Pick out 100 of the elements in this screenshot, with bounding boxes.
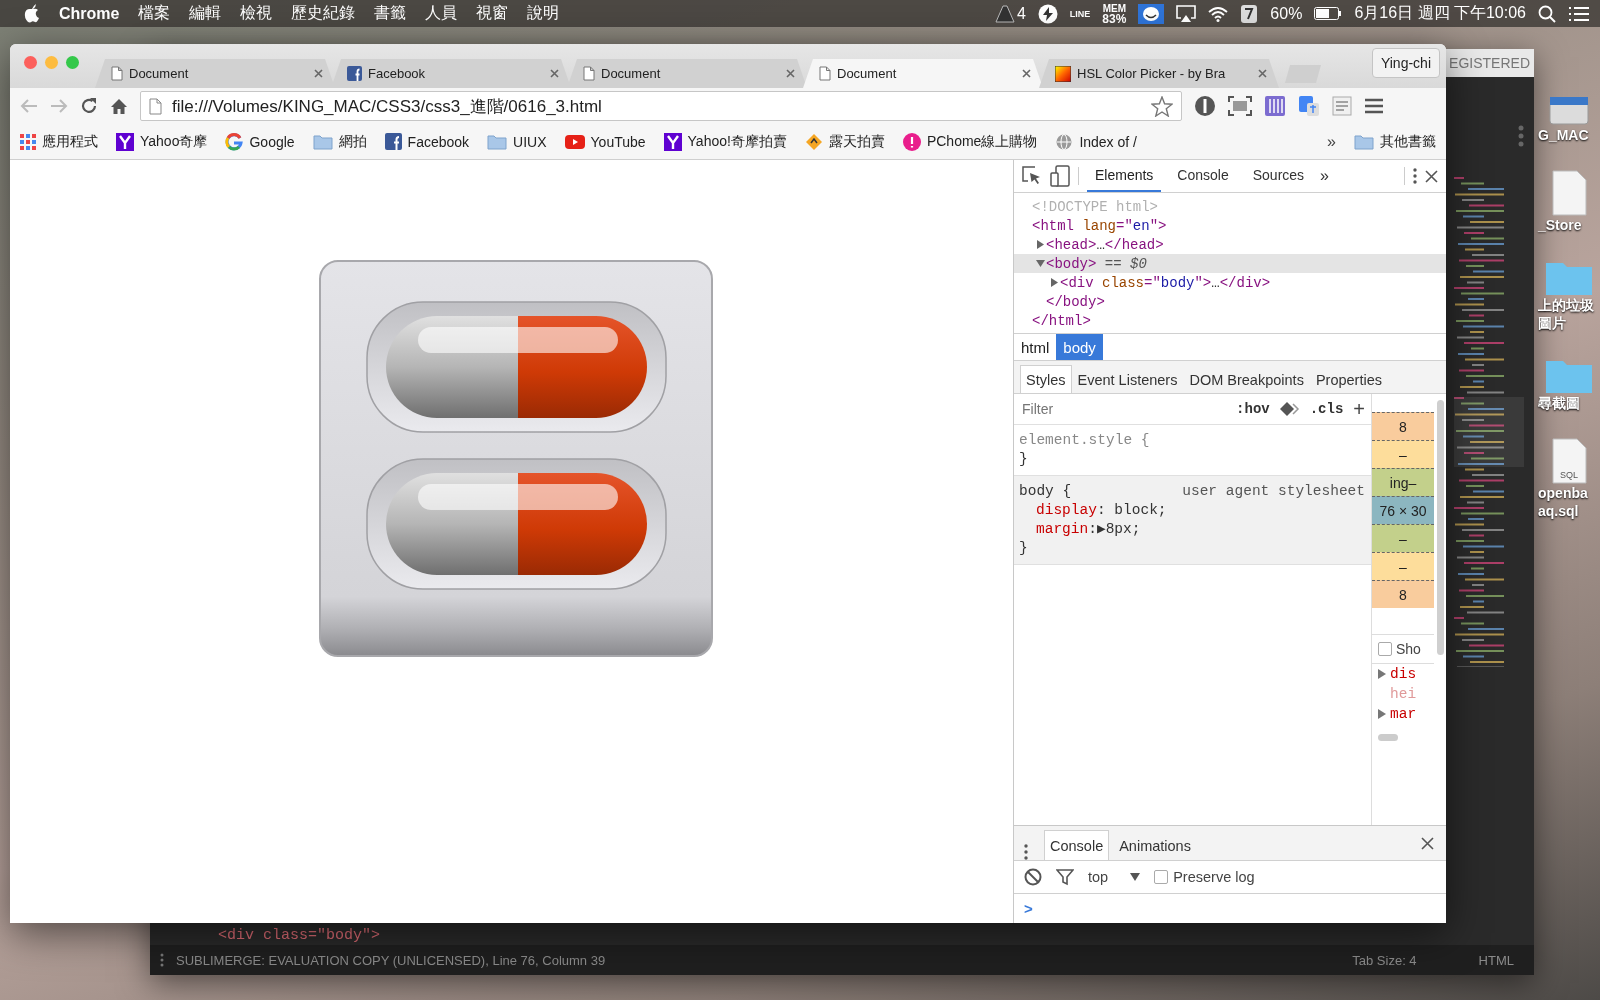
dom-node[interactable]: </body>	[1014, 292, 1446, 311]
menu-item[interactable]: 編輯	[189, 3, 222, 24]
pane-tab[interactable]: Styles	[1020, 365, 1072, 393]
breadcrumb[interactable]: body	[1056, 334, 1103, 360]
device-icon[interactable]	[1050, 165, 1070, 187]
filter-icon[interactable]	[1056, 868, 1074, 886]
inspect-icon[interactable]	[1022, 166, 1042, 186]
collapsed-arrow-icon[interactable]	[1035, 240, 1045, 249]
syntax-mode[interactable]: HTML	[1478, 952, 1514, 968]
clock[interactable]: 6月16日 週四 下午10:06	[1354, 3, 1526, 24]
kebab-icon[interactable]	[1413, 168, 1417, 184]
collapsed-arrow-icon[interactable]	[1049, 278, 1059, 287]
bookmark[interactable]: PChome線上購物	[902, 132, 1038, 151]
menu-icon[interactable]	[1364, 98, 1384, 114]
devtools-tab[interactable]: Console	[1169, 160, 1237, 192]
dom-node[interactable]: <body> == $0	[1014, 254, 1446, 273]
menu-item[interactable]: 書籤	[374, 3, 407, 24]
console-prompt[interactable]: >	[1024, 900, 1033, 917]
breadcrumb[interactable]: html	[1014, 334, 1057, 360]
scrollbar[interactable]	[1436, 400, 1444, 655]
pane-tab[interactable]: Properties	[1309, 365, 1388, 393]
clear-console-icon[interactable]	[1024, 868, 1042, 886]
close-icon[interactable]	[1421, 836, 1434, 850]
bookmark[interactable]: Yahoo!奇摩拍賣	[663, 132, 787, 151]
more-bookmarks-button[interactable]: »	[1327, 132, 1336, 151]
bolt-icon[interactable]	[1037, 3, 1058, 24]
bookmark[interactable]: 露天拍賣	[804, 132, 885, 151]
browser-tab[interactable]: HSL Color Picker - by Bra	[1039, 59, 1279, 88]
pane-tab[interactable]: Event Listeners	[1071, 365, 1184, 393]
translate-icon[interactable]	[1298, 95, 1320, 117]
sql-file-icon[interactable]: SQL	[1551, 438, 1587, 484]
battery-icon[interactable]	[1314, 7, 1343, 20]
drawer-tab[interactable]: Console	[1044, 830, 1110, 860]
computed-property[interactable]: mar	[1372, 704, 1434, 724]
menu-item[interactable]: 檔案	[138, 3, 171, 24]
browser-tab[interactable]: Document	[803, 59, 1043, 88]
drawer-tab[interactable]: Animations	[1113, 830, 1197, 860]
browser-tab[interactable]: Facebook	[331, 59, 571, 88]
profile-button[interactable]: Ying-chi	[1371, 48, 1440, 78]
more-tabs-button[interactable]: »	[1320, 167, 1329, 185]
triangle-a-icon[interactable]	[994, 4, 1015, 23]
kebab-icon[interactable]	[160, 953, 164, 967]
devtools-tab[interactable]: Sources	[1244, 160, 1313, 192]
filter-field[interactable]: Filter	[1020, 400, 1227, 418]
reload-icon[interactable]	[80, 97, 98, 115]
bookmark[interactable]: Index of /	[1055, 132, 1137, 151]
bookmark[interactable]: Google	[225, 132, 295, 151]
bookmark[interactable]: 網拍	[312, 132, 367, 151]
close-tab-icon[interactable]	[550, 69, 559, 78]
dom-node[interactable]: <div class="body">…</div>	[1014, 273, 1446, 292]
wifi-icon[interactable]	[1208, 5, 1229, 22]
expanded-arrow-icon[interactable]	[1035, 259, 1045, 268]
menu-item[interactable]: 視窗	[476, 3, 509, 24]
apple-icon[interactable]	[24, 4, 40, 23]
line-label[interactable]: LINE	[1069, 8, 1091, 19]
scrollbar[interactable]	[1378, 734, 1398, 741]
kebab-icon[interactable]	[1024, 844, 1028, 860]
context-dropdown[interactable]: top	[1088, 869, 1141, 885]
menu-item[interactable]: 人員	[425, 3, 458, 24]
close-tab-icon[interactable]	[1022, 69, 1031, 78]
computed-property[interactable]: dis	[1372, 664, 1434, 684]
bookmark[interactable]: Yahoo奇摩	[116, 132, 208, 151]
airplay-icon[interactable]	[1176, 4, 1197, 23]
new-rule-button[interactable]: +	[1353, 397, 1365, 421]
search-icon[interactable]	[1538, 4, 1556, 23]
menu-item[interactable]: 歷史紀錄	[291, 3, 356, 24]
home-icon[interactable]	[110, 97, 128, 115]
browser-tab[interactable]: Document	[567, 59, 807, 88]
status-item-icon[interactable]	[1138, 3, 1165, 24]
bookmark[interactable]: Facebook	[384, 133, 470, 150]
close-tab-icon[interactable]	[1258, 69, 1267, 78]
show-all-checkbox[interactable]: Sho	[1372, 634, 1434, 664]
preserve-log-checkbox[interactable]: Preserve log	[1154, 869, 1255, 885]
close-tab-icon[interactable]	[786, 69, 795, 78]
devtools-tab[interactable]: Elements	[1087, 160, 1162, 192]
browser-tab[interactable]: Document	[95, 59, 335, 88]
class-toggle-button[interactable]: .cls	[1309, 401, 1344, 417]
dom-node[interactable]: <head>…</head>	[1014, 235, 1446, 254]
bookmark[interactable]: 應用程式	[20, 132, 98, 151]
star-icon[interactable]	[1151, 95, 1173, 117]
pane-tab[interactable]: DOM Breakpoints	[1183, 365, 1310, 393]
bookmark[interactable]: YouTube	[564, 133, 646, 150]
dom-node[interactable]: <html lang="en">	[1014, 216, 1446, 235]
address-bar[interactable]: file:///Volumes/KING_MAC/CSS3/css3_進階/0616_3.html	[140, 91, 1182, 121]
shield-icon[interactable]	[1194, 95, 1216, 117]
bookmark[interactable]: UIUX	[487, 133, 547, 150]
screen-capture-icon[interactable]	[1228, 96, 1252, 116]
dom-node[interactable]: </html>	[1014, 311, 1446, 330]
close-icon[interactable]	[1425, 169, 1438, 183]
memory-indicator[interactable]: MEM 83%	[1102, 3, 1127, 24]
diamond-icon[interactable]	[1279, 401, 1300, 417]
hover-state-button[interactable]: :hov	[1236, 401, 1270, 417]
close-tab-icon[interactable]	[314, 69, 323, 78]
list-icon[interactable]	[1568, 5, 1590, 22]
menu-item[interactable]: 說明	[527, 3, 560, 24]
bookmark[interactable]: 其他書籤	[1354, 132, 1436, 151]
tab-size[interactable]: Tab Size: 4	[1352, 952, 1417, 968]
menu-item[interactable]: 檢視	[240, 3, 273, 24]
grid-icon[interactable]	[1264, 95, 1286, 117]
app-menu[interactable]: Chrome	[59, 4, 120, 23]
